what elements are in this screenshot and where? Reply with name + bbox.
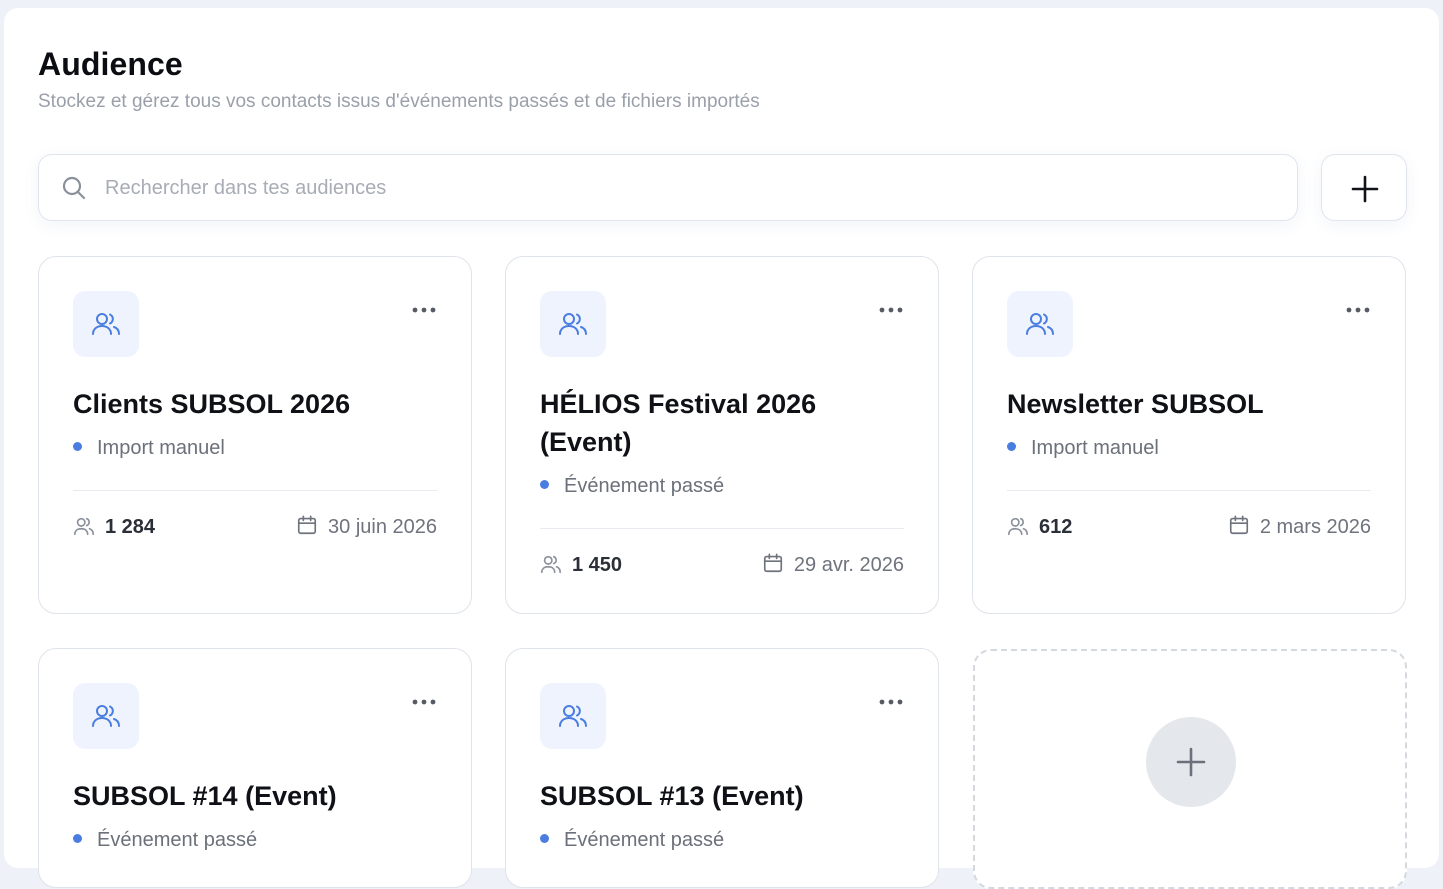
card-count: 612 <box>1007 516 1072 539</box>
audience-panel: Audience Stockez et gérez tous vos conta… <box>4 8 1439 889</box>
card-type-label: Événement passé <box>564 829 725 851</box>
card-date-value: 29 avr. 2026 <box>793 554 904 576</box>
card-type: Événement passé <box>540 475 724 498</box>
more-horizontal-icon <box>1346 307 1370 313</box>
card-type: Import manuel <box>73 437 225 460</box>
audience-card[interactable]: Clients SUBSOL 2026 Import manuel 1 284 … <box>38 256 472 614</box>
card-title: SUBSOL #14 (Event) <box>73 781 337 811</box>
card-date: 29 avr. 2026 <box>762 553 904 577</box>
users-icon <box>1007 291 1073 357</box>
calendar-icon <box>1229 515 1248 534</box>
search-icon <box>61 175 87 201</box>
audience-card[interactable]: Newsletter SUBSOL Import manuel 612 2 ma… <box>972 256 1406 614</box>
divider <box>540 528 904 529</box>
card-count-value: 612 <box>1039 516 1073 538</box>
users-icon <box>74 517 94 535</box>
users-icon <box>73 291 139 357</box>
card-count: 1 284 <box>73 516 155 539</box>
plus-icon <box>1351 175 1379 203</box>
add-circle-button[interactable] <box>1146 717 1236 807</box>
more-horizontal-icon <box>412 699 436 705</box>
audience-card[interactable]: SUBSOL #13 (Event) Événement passé <box>505 648 939 888</box>
card-title: SUBSOL #13 (Event) <box>540 781 804 811</box>
new-audience-card[interactable] <box>973 649 1407 889</box>
status-dot <box>540 480 549 490</box>
users-icon <box>1008 517 1028 535</box>
calendar-icon <box>763 553 782 572</box>
users-icon <box>540 291 606 357</box>
divider <box>73 490 437 491</box>
audience-card[interactable]: SUBSOL #14 (Event) Événement passé <box>38 648 472 888</box>
card-type-label: Événement passé <box>564 475 725 497</box>
card-title: HÉLIOS Festival 2026 (Event) <box>540 389 817 457</box>
card-type: Import manuel <box>1007 437 1159 460</box>
calendar-icon <box>297 515 317 534</box>
audience-card[interactable]: HÉLIOS Festival 2026 (Event) Événement p… <box>505 256 939 614</box>
card-type-label: Import manuel <box>97 437 225 459</box>
plus-icon <box>1176 747 1206 777</box>
card-type: Événement passé <box>73 829 257 852</box>
card-date: 2 mars 2026 <box>1228 515 1371 539</box>
search-input[interactable] <box>105 167 1275 209</box>
card-date: 30 juin 2026 <box>296 515 437 539</box>
status-dot <box>540 834 549 844</box>
card-type: Événement passé <box>540 829 724 852</box>
card-title: Clients SUBSOL 2026 <box>73 389 351 419</box>
card-title: Newsletter SUBSOL <box>1007 389 1264 419</box>
status-dot <box>1007 442 1016 452</box>
card-type-label: Import manuel <box>1031 437 1159 459</box>
card-date-value: 2 mars 2026 <box>1259 516 1371 538</box>
more-horizontal-icon <box>879 699 903 705</box>
card-menu-button[interactable] <box>874 295 908 325</box>
page-title: Audience <box>38 46 183 82</box>
card-count-value: 1 450 <box>572 554 623 576</box>
users-icon <box>73 683 139 749</box>
card-count-value: 1 284 <box>105 516 156 538</box>
page-subtitle: Stockez et gérez tous vos contacts issus… <box>38 91 760 112</box>
card-menu-button[interactable] <box>1341 295 1375 325</box>
card-menu-button[interactable] <box>407 295 441 325</box>
card-count: 1 450 <box>540 554 622 577</box>
card-date-value: 30 juin 2026 <box>328 516 437 538</box>
divider <box>1007 490 1371 491</box>
more-horizontal-icon <box>412 307 436 313</box>
more-horizontal-icon <box>879 307 903 313</box>
card-menu-button[interactable] <box>874 687 908 717</box>
add-audience-button[interactable] <box>1321 154 1407 221</box>
users-icon <box>540 683 606 749</box>
card-type-label: Événement passé <box>97 829 258 851</box>
search-bar[interactable] <box>38 154 1298 221</box>
card-menu-button[interactable] <box>407 687 441 717</box>
status-dot <box>73 442 82 452</box>
users-icon <box>541 555 561 573</box>
status-dot <box>73 834 82 844</box>
